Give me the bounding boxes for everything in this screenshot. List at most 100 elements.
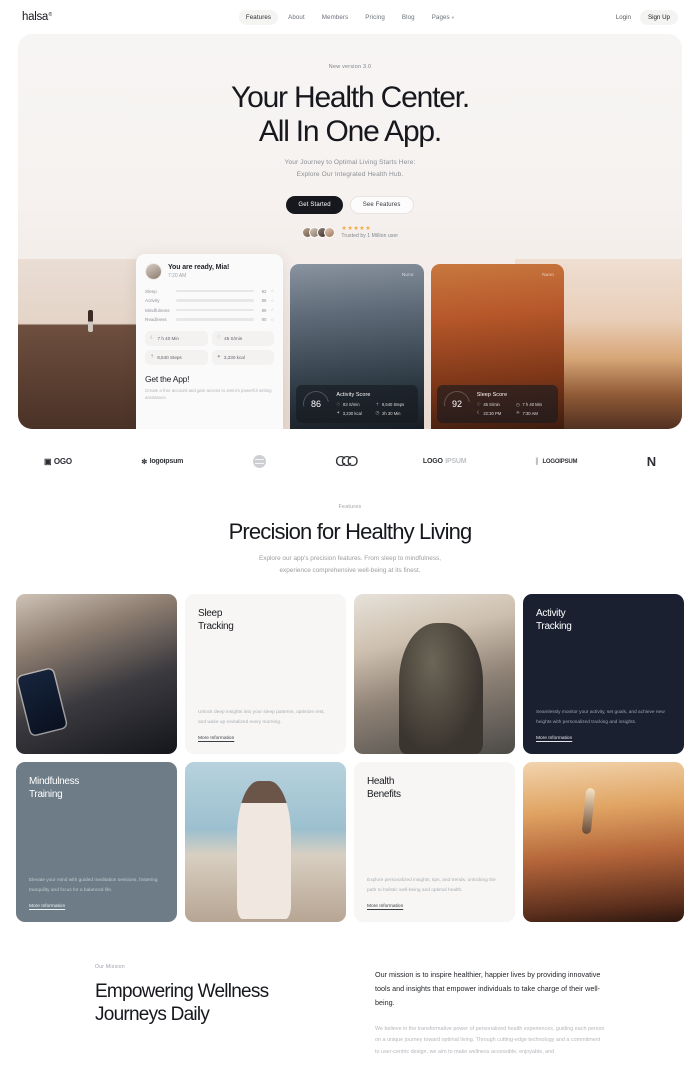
score-stat-label: 7:30 AM: [522, 410, 538, 416]
card-title: Mindfulness Training: [29, 776, 164, 802]
top-navbar: halsa ® Features About Members Pricing Bl…: [0, 0, 700, 34]
card-body: Health Benefits Explore personalized insi…: [354, 762, 515, 922]
social-proof: ★★★★★ Trusted by 1 Million user: [18, 226, 682, 239]
mission-body-text: We believe in the transformative power o…: [375, 1026, 605, 1055]
nav-actions: Login Sign Up: [609, 9, 678, 25]
metric-label: Readiness: [145, 317, 167, 322]
card-title-line-1: Activity: [536, 607, 566, 619]
hero-sub-line-2: Explore Our Integrated Health Hub.: [296, 171, 404, 179]
feature-image-woman-at-beach: [185, 761, 346, 922]
hero-sub-line-1: Your Journey to Optimal Living Starts He…: [284, 159, 416, 167]
chip-label: 7 h 40 Min: [157, 335, 179, 341]
nav-item-about[interactable]: About: [281, 10, 312, 25]
nav-item-features[interactable]: Features: [238, 9, 279, 25]
metric-value: 88: [261, 298, 267, 303]
mission-left-column: Our Mission Empowering Wellness Journeys …: [95, 964, 345, 1058]
partner-logo-circle: [252, 455, 266, 468]
stat-chip-steps: ⇡ 8,540 Steps: [145, 349, 208, 365]
more-information-link[interactable]: More Information: [367, 904, 403, 909]
sleep-score-panel: 92 Sleep Score ♡ 45 S/min ◷ 7 h 40 Min ☾ 22…: [436, 385, 559, 423]
features-eyebrow: Features: [338, 504, 362, 510]
nav-item-blog[interactable]: Blog: [395, 10, 422, 25]
nav-item-pages[interactable]: Pages ▾: [425, 10, 461, 25]
greeting-text: You are ready, Mia!: [168, 264, 230, 272]
score-stat: ☾ 22:30 PM: [477, 410, 512, 416]
star-icon: ☆: [270, 297, 275, 303]
logo-text: LOGOIPSUM: [542, 458, 578, 465]
score-stat-grid: ♡ 45 S/min ◷ 7 h 40 Min ☾ 22:30 PM ☀ 7:30 AM: [477, 402, 551, 417]
avatar: [324, 226, 336, 238]
feature-card-activity-tracking[interactable]: Activity Tracking Seamlessly monitor your…: [523, 593, 684, 754]
feature-card-health-benefits[interactable]: Health Benefits Explore personalized insi…: [354, 761, 515, 922]
score-stat-label: 2h 30 Min: [382, 410, 401, 416]
card-title-line-2: Tracking: [536, 620, 572, 632]
metric-progress-bar: [176, 308, 255, 312]
stat-chip-grid: ☾ 7 h 40 Min ♡ 45 S/min ⇡ 8,540 Steps ✦ 3,23…: [145, 330, 275, 365]
nav-item-members[interactable]: Members: [315, 10, 356, 25]
heart-icon: ♡: [476, 401, 481, 407]
nav-label: Blog: [401, 13, 415, 21]
logo-text: N: [646, 454, 656, 469]
star-icon: ☆: [270, 316, 275, 322]
score-stat: ⇡ 8,540 Steps: [376, 402, 411, 408]
brand-logo[interactable]: halsa ®: [22, 11, 52, 23]
metric-row: Sleep 92 ☆: [145, 288, 274, 294]
page-title: Your Health Center. All In One App.: [18, 81, 682, 148]
partner-logo-logo-ipsum: LOGO IPSUM: [423, 458, 467, 465]
metric-row: Activity 88 ☆: [145, 298, 274, 304]
nav-label: Pages: [431, 13, 450, 21]
score-stat-label: 45 S/min: [483, 402, 500, 407]
registered-mark-icon: ®: [48, 12, 53, 18]
more-information-link[interactable]: More Information: [536, 736, 572, 741]
metric-label: Mindfulness: [145, 307, 170, 313]
features-sub-line-1: Explore our app's precision features. Fr…: [258, 555, 442, 562]
score-stat-grid: ♡ 83 S/min ⇡ 8,540 Steps ✦ 3,230 kcal ◷ 2h 3…: [336, 402, 410, 417]
nav-item-pricing[interactable]: Pricing: [358, 10, 392, 25]
brand-name: halsa: [22, 11, 48, 23]
avatar-group: [301, 226, 336, 238]
card-description: Elevate your mind with guided meditation…: [29, 878, 158, 893]
heart-icon: ♡: [216, 335, 222, 341]
steps-icon: ⇡: [375, 401, 380, 407]
heart-icon: ♡: [336, 401, 341, 407]
flag-mark-icon: ▌: [535, 458, 540, 465]
card-body: Mindfulness Training Elevate your mind wi…: [16, 762, 177, 922]
current-time: 7:20 AM: [168, 272, 187, 279]
nav-label: Pricing: [365, 13, 385, 21]
get-started-button[interactable]: Get Started: [286, 195, 343, 214]
features-subtitle: Explore our app's precision features. Fr…: [0, 553, 700, 578]
card-title-line-2: Tracking: [198, 620, 234, 632]
feature-card-sleep-tracking[interactable]: Sleep Tracking Unlock deep insights into …: [185, 593, 346, 754]
more-information-link[interactable]: More Information: [29, 904, 65, 909]
login-button[interactable]: Login: [609, 10, 638, 25]
flame-icon: ✦: [216, 354, 221, 360]
see-features-button[interactable]: See Features: [349, 195, 414, 214]
get-app-text: Create a free account and gain access to…: [145, 387, 272, 401]
metric-row: Readiness 90 ☆: [145, 317, 274, 323]
mission-title-line-1: Empowering Wellness: [95, 980, 269, 1002]
partner-logo-flag-ipsum: ▌ LOGOIPSUM: [535, 458, 578, 465]
partner-logo-n-mark: N: [647, 454, 656, 469]
sleep-score-card: Nuno 92 Sleep Score ♡ 45 S/min ◷ 7 h 40 Mi…: [430, 264, 565, 429]
partner-logo-bar: ▣ OGO ✼ logoipsum CCO LOGO IPSUM ▌ LOGOIPSUM…: [0, 429, 700, 496]
card-description: Explore personalized insights, tips, and…: [367, 878, 496, 893]
card-body: Sleep Tracking Unlock deep insights into …: [185, 594, 346, 754]
person-silhouette-icon: [88, 310, 94, 332]
features-header: Features Precision for Healthy Living Ex…: [0, 496, 700, 594]
score-stat: ☀ 7:30 AM: [516, 410, 551, 416]
mission-lead-text: Our mission is to inspire healthier, hap…: [375, 969, 601, 1008]
metric-progress-bar: [176, 318, 255, 321]
card-description: Unlock deep insights into your sleep pat…: [198, 710, 325, 725]
score-value: 92: [451, 398, 462, 409]
features-title: Precision for Healthy Living: [228, 519, 473, 544]
version-badge: New version 3.0: [328, 64, 372, 70]
signup-button[interactable]: Sign Up: [639, 9, 678, 25]
card-title-line-2: Benefits: [367, 788, 401, 800]
hero-title-line-1: Your Health Center.: [231, 81, 470, 114]
clock-icon: ◷: [375, 410, 380, 415]
card-body: Activity Tracking Seamlessly monitor your…: [523, 594, 684, 754]
feature-card-mindfulness-training[interactable]: Mindfulness Training Elevate your mind wi…: [16, 761, 177, 922]
metric-list: Sleep 92 ☆ Activity 88 ☆ Mindfulness 89 …: [145, 288, 274, 323]
more-information-link[interactable]: More Information: [198, 736, 234, 741]
metric-value: 90: [261, 317, 267, 322]
